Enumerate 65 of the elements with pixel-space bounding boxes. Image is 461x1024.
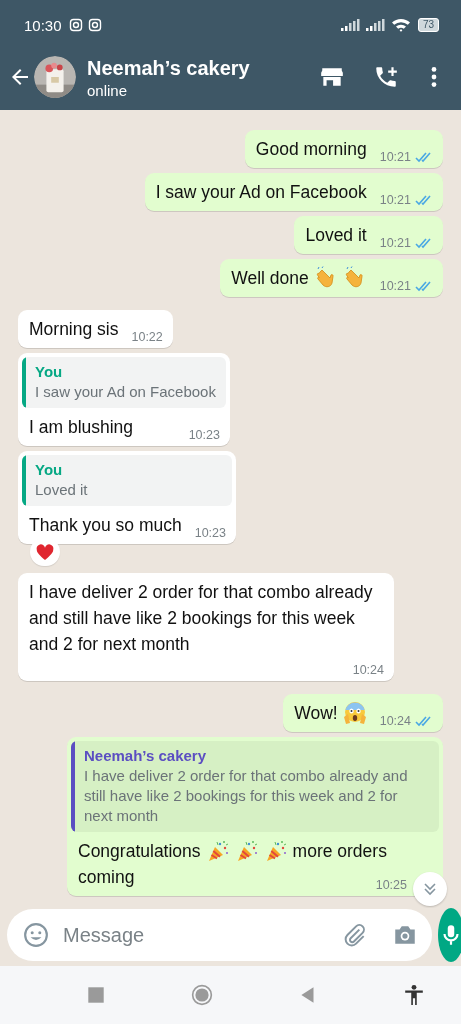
message-time: 10:21	[379, 278, 411, 295]
message-time: 10:22	[131, 329, 163, 346]
message-text: Morning sis	[29, 318, 119, 341]
voice-message-button[interactable]	[438, 908, 461, 962]
message-bubble[interactable]: Loved it 10:21	[294, 216, 443, 254]
battery-indicator: 73	[417, 18, 439, 32]
accessibility-icon[interactable]	[403, 984, 425, 1006]
message-text: Good morning	[255, 138, 367, 161]
message-time: 10:23	[194, 525, 226, 542]
emoji-icon[interactable]	[23, 922, 49, 948]
message-bubble[interactable]: Good morning 10:21	[244, 130, 443, 168]
reaction-badge[interactable]	[30, 538, 60, 566]
camera-app-icon	[87, 18, 102, 32]
message-text: coming	[78, 866, 135, 889]
message-text: I am blushing	[29, 416, 134, 439]
message-input[interactable]: Message	[61, 922, 330, 948]
message-text: I saw your Ad on Facebook	[155, 181, 367, 204]
message-time: 10:23	[188, 427, 220, 444]
double-chevron-down-icon	[422, 881, 438, 897]
message-bubble[interactable]: Well done 10:21	[220, 259, 443, 297]
message-text: Loved it	[305, 224, 367, 247]
quoted-message[interactable]: Neemah’s cakery I have deliver 2 order for that combo already and still have like 2 bookings for this week and 2 for next month	[71, 741, 439, 832]
quote-text: Loved it	[35, 480, 88, 500]
status-time: 10:30	[24, 16, 62, 34]
chat-title[interactable]: Neemah’s cakery	[87, 54, 291, 81]
message-text: Thank you so much	[29, 514, 182, 537]
message-bubble[interactable]: I saw your Ad on Facebook 10:21	[144, 173, 443, 211]
message-time: 10:25	[375, 877, 407, 894]
contact-status: online	[87, 80, 129, 100]
message-bubble[interactable]: Morning sis 10:22	[18, 310, 173, 348]
message-text: I have deliver 2 order for that combo already and still have like 2 bookings for this week and 2 for next month	[29, 581, 374, 656]
scroll-down-button[interactable]	[413, 872, 447, 906]
quote-author: You	[35, 362, 64, 382]
quoted-message[interactable]: You Loved it	[22, 455, 232, 506]
message-text: more orders	[292, 840, 387, 863]
message-bubble[interactable]: Neemah’s cakery I have deliver 2 order for that combo already and still have like 2 bookings for this week and 2 for next month Congratulations more orders coming 10:25	[67, 737, 443, 896]
quoted-message[interactable]: You I saw your Ad on Facebook	[22, 357, 226, 408]
message-time: 10:21	[379, 149, 411, 166]
message-bubble[interactable]: You Loved it Thank you so much 10:23	[18, 451, 236, 544]
camera-app-icon	[68, 18, 83, 32]
message-field[interactable]: Message	[7, 909, 432, 961]
recents-button[interactable]	[85, 984, 107, 1006]
quote-author: You	[35, 460, 64, 480]
quote-text: I have deliver 2 order for that combo already and still have like 2 bookings for this week and 2 for next month	[84, 766, 409, 826]
message-text: Congratulations	[78, 840, 201, 863]
message-time: 10:24	[379, 713, 411, 730]
more-options-icon[interactable]	[429, 64, 439, 90]
message-time: 10:21	[379, 192, 411, 209]
heart-icon	[36, 543, 54, 561]
message-bubble[interactable]: You I saw your Ad on Facebook I am blushing 10:23	[18, 353, 230, 446]
message-bubble[interactable]: I have deliver 2 order for that combo already and still have like 2 bookings for this week and 2 for next month 10:24	[18, 573, 394, 681]
message-bubble[interactable]: Wow! 10:24	[283, 694, 443, 732]
quote-text: I saw your Ad on Facebook	[35, 382, 216, 402]
message-time: 10:21	[379, 235, 411, 252]
wifi-icon	[390, 17, 411, 33]
message-text: Well done	[231, 267, 309, 290]
message-time: 10:24	[352, 662, 384, 679]
home-button[interactable]	[191, 984, 213, 1006]
screaming-face-icon	[342, 701, 367, 725]
signal-icon	[365, 19, 386, 31]
add-call-icon[interactable]	[373, 64, 399, 90]
quote-author: Neemah’s cakery	[84, 746, 208, 766]
signal-icon	[340, 19, 361, 31]
message-text: Wow!	[294, 702, 338, 725]
paperclip-icon[interactable]	[342, 922, 368, 948]
